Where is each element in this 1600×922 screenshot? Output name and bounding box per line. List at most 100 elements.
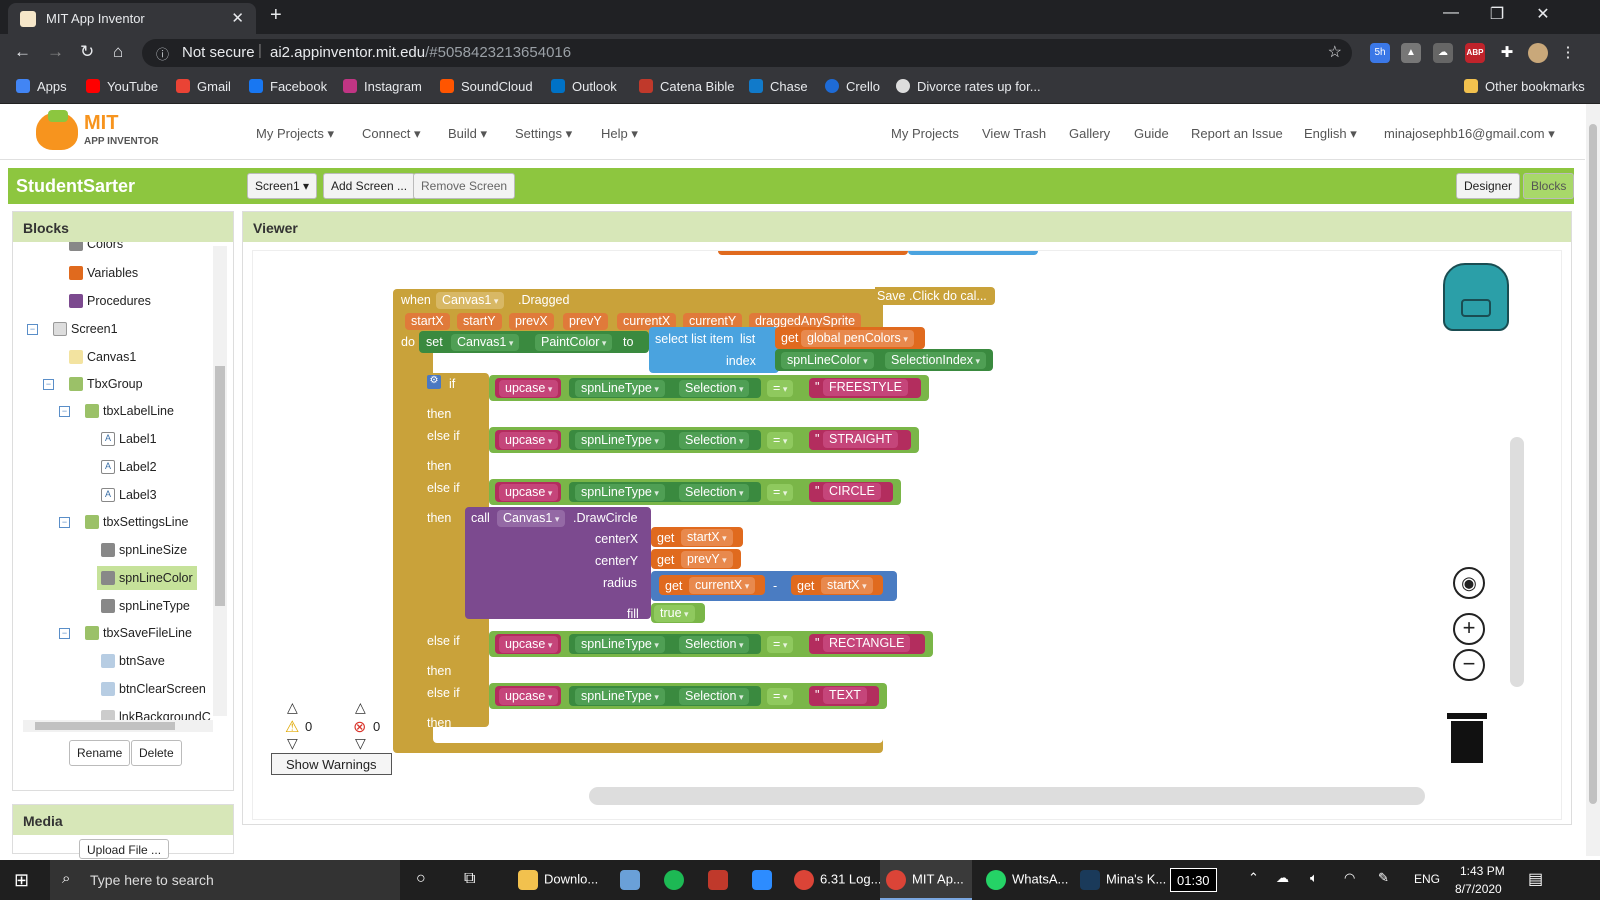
link-report-issue[interactable]: Report an Issue bbox=[1191, 126, 1283, 141]
add-screen-button[interactable]: Add Screen ... bbox=[323, 173, 416, 199]
set-property-dropdown[interactable]: PaintColor bbox=[535, 334, 613, 351]
taskbar-app-chrome-mit[interactable]: MIT Ap... bbox=[880, 860, 972, 900]
bookmark-star-icon[interactable]: ☆ bbox=[1328, 42, 1342, 62]
collapse-icon[interactable]: − bbox=[27, 324, 38, 335]
remove-screen-button[interactable]: Remove Screen bbox=[413, 173, 516, 199]
cortana-icon[interactable]: ○ bbox=[416, 870, 426, 910]
link-view-trash[interactable]: View Trash bbox=[982, 126, 1046, 141]
clock-date[interactable]: 8/7/2020 bbox=[1455, 882, 1502, 922]
collapse-icon[interactable]: − bbox=[43, 379, 54, 390]
delete-button[interactable]: Delete bbox=[131, 740, 182, 766]
bookmark-soundcloud[interactable]: SoundCloud bbox=[440, 79, 533, 94]
taskbar-app-zoom[interactable] bbox=[752, 870, 778, 910]
wifi-icon[interactable]: ◠ bbox=[1344, 870, 1355, 910]
warning-prev-icon[interactable]: △ bbox=[287, 699, 298, 716]
blocks-button[interactable]: Blocks bbox=[1523, 173, 1575, 199]
volume-icon[interactable]: 🔈︎ bbox=[1310, 870, 1318, 910]
tree-item-spnlinecolor-selected[interactable]: spnLineColor bbox=[97, 566, 197, 590]
timer-widget[interactable]: 01:30 bbox=[1170, 868, 1217, 892]
menu-dots-icon[interactable]: ⋮ bbox=[1558, 43, 1578, 63]
collapsed-block-save-click[interactable]: Save .Click do cal... bbox=[875, 287, 995, 305]
spinner-component-dropdown[interactable]: spnLineType bbox=[575, 432, 665, 449]
bookmark-chase[interactable]: Chase bbox=[749, 79, 808, 94]
upcase-dropdown[interactable]: upcase bbox=[499, 432, 559, 449]
spinner-property-dropdown[interactable]: Selection bbox=[679, 484, 750, 501]
tray-chevron-icon[interactable]: ⌃ bbox=[1248, 870, 1259, 910]
spinner-property-dropdown[interactable]: Selection bbox=[679, 636, 750, 653]
profile-avatar[interactable] bbox=[1528, 43, 1548, 63]
upcase-dropdown[interactable]: upcase bbox=[499, 688, 559, 705]
link-guide[interactable]: Guide bbox=[1134, 126, 1169, 141]
error-prev-icon[interactable]: △ bbox=[355, 699, 366, 716]
collapse-icon[interactable]: − bbox=[59, 406, 70, 417]
recenter-icon[interactable]: ◉ bbox=[1453, 567, 1485, 599]
spinner-component-dropdown[interactable]: spnLineType bbox=[575, 688, 665, 705]
taskbar-app-downloads[interactable]: Downlo... bbox=[518, 870, 598, 910]
drive-extension-icon[interactable]: ▲ bbox=[1401, 43, 1421, 63]
mit-app-inventor-logo[interactable]: MIT APP INVENTOR bbox=[36, 110, 166, 154]
bookmark-instagram[interactable]: Instagram bbox=[343, 79, 422, 94]
taskbar-app-reader[interactable] bbox=[708, 870, 734, 910]
menu-language[interactable]: English ▾ bbox=[1304, 126, 1357, 142]
tree-vertical-scrollbar[interactable] bbox=[213, 246, 227, 716]
cloud-extension-icon[interactable]: ☁ bbox=[1433, 43, 1453, 63]
backpack-icon[interactable] bbox=[1443, 263, 1509, 331]
browser-tab[interactable]: MIT App Inventor ✕ bbox=[8, 3, 256, 34]
spinner-property-dropdown[interactable]: Selection bbox=[679, 688, 750, 705]
index-component-dropdown[interactable]: spnLineColor bbox=[781, 352, 874, 369]
menu-account[interactable]: minajosephb16@gmail.com ▾ bbox=[1384, 126, 1555, 142]
bookmark-apps[interactable]: Apps bbox=[16, 79, 67, 94]
set-component-dropdown[interactable]: Canvas1 bbox=[451, 334, 520, 351]
new-tab-icon[interactable]: + bbox=[270, 4, 282, 27]
task-view-icon[interactable]: ⧉ bbox=[464, 870, 475, 910]
taskbar-app-whatsapp[interactable]: WhatsA... bbox=[986, 870, 1068, 910]
onedrive-icon[interactable]: ☁ bbox=[1276, 870, 1289, 910]
back-icon[interactable]: ← bbox=[14, 42, 31, 62]
event-component-dropdown[interactable]: Canvas1 bbox=[436, 292, 505, 309]
adblock-icon[interactable]: ABP bbox=[1465, 43, 1485, 63]
info-icon[interactable]: ⓘ bbox=[156, 44, 169, 63]
menu-my-projects[interactable]: My Projects ▾ bbox=[256, 126, 334, 142]
close-tab-icon[interactable]: ✕ bbox=[231, 9, 244, 27]
global-var-dropdown[interactable]: global penColors bbox=[801, 330, 914, 347]
offscreen-block[interactable] bbox=[718, 251, 908, 255]
equals-dropdown[interactable]: = bbox=[767, 688, 794, 705]
link-my-projects[interactable]: My Projects bbox=[891, 126, 959, 141]
blocks-workspace[interactable]: when Canvas1 .Dragged startX startY prev… bbox=[252, 250, 1562, 820]
collapse-icon[interactable]: − bbox=[59, 628, 70, 639]
spinner-component-dropdown[interactable]: spnLineType bbox=[575, 380, 665, 397]
upcase-dropdown[interactable]: upcase bbox=[499, 636, 559, 653]
workspace-horizontal-scrollbar[interactable] bbox=[589, 787, 1425, 805]
extensions-puzzle-icon[interactable]: ✚ bbox=[1497, 43, 1517, 63]
link-gallery[interactable]: Gallery bbox=[1069, 126, 1110, 141]
pen-icon[interactable]: ✎ bbox=[1378, 870, 1389, 910]
menu-help[interactable]: Help ▾ bbox=[601, 126, 638, 142]
offscreen-block[interactable] bbox=[908, 251, 1038, 255]
equals-dropdown[interactable]: = bbox=[767, 432, 794, 449]
warning-next-icon[interactable]: ▽ bbox=[287, 735, 298, 752]
bookmark-divorce-rates[interactable]: Divorce rates up for... bbox=[896, 79, 1041, 94]
bookmark-crello[interactable]: Crello bbox=[825, 79, 880, 94]
address-bar[interactable]: ⓘ Not secure | ai2.appinventor.mit.edu/#… bbox=[142, 39, 1352, 67]
trash-icon[interactable] bbox=[1447, 711, 1487, 763]
bookmark-outlook[interactable]: Outlook bbox=[551, 79, 617, 94]
rename-button[interactable]: Rename bbox=[69, 740, 131, 766]
param-prevX[interactable]: prevX bbox=[509, 313, 554, 330]
menu-settings[interactable]: Settings ▾ bbox=[515, 126, 572, 142]
bookmark-catena-bible[interactable]: Catena Bible bbox=[639, 79, 734, 94]
bookmark-youtube[interactable]: YouTube bbox=[86, 79, 158, 94]
minimize-icon[interactable]: — bbox=[1428, 4, 1474, 22]
spinner-component-dropdown[interactable]: spnLineType bbox=[575, 484, 665, 501]
screen-select[interactable]: Screen1 ▾ bbox=[247, 173, 318, 199]
spinner-property-dropdown[interactable]: Selection bbox=[679, 380, 750, 397]
call-component-dropdown[interactable]: Canvas1 bbox=[497, 510, 566, 527]
language-indicator[interactable]: ENG bbox=[1414, 872, 1440, 912]
upcase-dropdown[interactable]: upcase bbox=[499, 484, 559, 501]
forward-icon[interactable]: → bbox=[47, 42, 64, 62]
param-startY[interactable]: startY bbox=[457, 313, 502, 330]
menu-build[interactable]: Build ▾ bbox=[448, 126, 487, 142]
text-string-block[interactable]: " STRAIGHT bbox=[809, 430, 911, 450]
taskbar-search-box[interactable]: ⌕ Type here to search bbox=[50, 860, 400, 900]
index-property-dropdown[interactable]: SelectionIndex bbox=[885, 352, 987, 369]
taskbar-app-spotify[interactable] bbox=[664, 870, 690, 910]
